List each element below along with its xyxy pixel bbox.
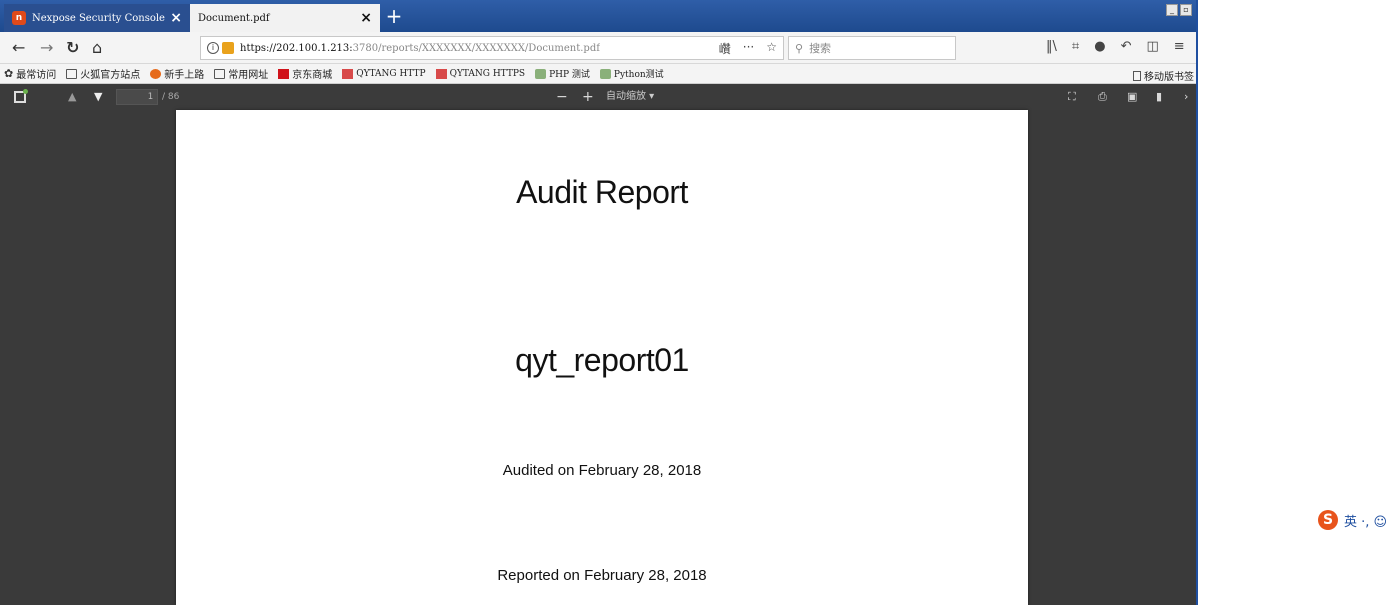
- url-path: 3780/reports/XXXXXXX/XXXXXXX/Document.pd…: [352, 42, 600, 54]
- sidebar-toggle-icon[interactable]: [14, 89, 28, 103]
- back-arrow-icon[interactable]: ←: [12, 38, 25, 58]
- toolbar-right-icons: ‖\ ⌗ ● ↶ ◫ ≡: [1046, 39, 1185, 54]
- library-icon[interactable]: ‖\: [1046, 39, 1057, 54]
- pdf-viewer-container[interactable]: Audit Report qyt_report01 Audited on Feb…: [0, 110, 1196, 605]
- pdf-toolbar: ▲ ▼ 1 / 86 − + 自动缩放 ▾ ⛶ ⎙ ▣ ▮ ›: [0, 84, 1196, 110]
- save-icon[interactable]: ▣: [1127, 89, 1137, 105]
- bookmark-firefox-official[interactable]: 火狐官方站点: [66, 66, 140, 81]
- tab-document-pdf[interactable]: Document.pdf ×: [190, 4, 380, 32]
- zoom-select[interactable]: 自动缩放 ▾: [606, 89, 654, 105]
- new-tab-button[interactable]: +: [384, 4, 404, 30]
- bookmark-jd[interactable]: 京东商城: [278, 66, 332, 81]
- bookmark-python-test[interactable]: Python测试: [599, 67, 664, 80]
- folder-icon: [66, 68, 78, 79]
- forward-arrow-icon[interactable]: →: [40, 38, 53, 58]
- bookmark-label: QYTANG HTTPS: [449, 68, 526, 79]
- reload-icon[interactable]: ↻: [66, 38, 79, 58]
- report-title: Audit Report: [516, 174, 688, 210]
- url-actions: 巑 ··· ☆: [719, 40, 777, 57]
- jd-icon: [278, 68, 290, 79]
- bookmark-most-visited[interactable]: ✿ 最常访问: [4, 66, 56, 81]
- window-controls: _ ▫: [1166, 4, 1192, 16]
- bookmark-label: 最常访问: [16, 70, 57, 81]
- bookmarks-bar: ✿ 最常访问 火狐官方站点 新手上路 常用网址 京东商城 QYTANG HTTP …: [0, 64, 1196, 84]
- search-icon: ⚲: [795, 41, 804, 55]
- report-name: qyt_report01: [515, 342, 689, 378]
- pdf-page: Audit Report qyt_report01 Audited on Feb…: [176, 110, 1028, 605]
- url-bar[interactable]: i https://202.100.1.213: 3780/reports/XX…: [200, 36, 784, 60]
- firefox-icon: [150, 68, 162, 79]
- nexpose-icon: n: [12, 11, 26, 25]
- home-icon[interactable]: ⌂: [92, 38, 102, 58]
- close-tab-icon[interactable]: ×: [360, 10, 372, 26]
- close-tab-icon[interactable]: ×: [170, 10, 182, 26]
- navigation-toolbar: ← → ↻ ⌂ i https://202.100.1.213: 3780/re…: [0, 32, 1196, 64]
- zoom-in-button[interactable]: +: [582, 89, 594, 105]
- page-actions-menu-icon[interactable]: ···: [743, 40, 754, 57]
- menu-icon[interactable]: ≡: [1174, 39, 1185, 54]
- bookmark-getting-started[interactable]: 新手上路: [150, 66, 204, 81]
- bookmark-icon[interactable]: ▮: [1156, 89, 1162, 105]
- undo-close-icon[interactable]: ↶: [1121, 39, 1132, 54]
- page-total: / 86: [162, 92, 180, 102]
- mobile-bookmarks-label: 移动版书签: [1144, 72, 1194, 83]
- screen: n Nexpose Security Console : × Document.…: [0, 0, 1399, 605]
- bookmark-label: PHP 测试: [549, 70, 590, 80]
- search-bar[interactable]: ⚲ 搜索: [788, 36, 956, 60]
- bookmark-label: 火狐官方站点: [80, 70, 141, 81]
- search-placeholder: 搜索: [809, 42, 832, 55]
- sidebar-icon[interactable]: ◫: [1146, 39, 1158, 54]
- lock-warning-icon[interactable]: [222, 42, 234, 54]
- tools-chevron-icon[interactable]: ›: [1184, 89, 1188, 105]
- bookmark-qytang-https[interactable]: QYTANG HTTPS: [435, 68, 526, 79]
- minimize-button[interactable]: _: [1166, 4, 1178, 16]
- bookmark-icon: [435, 68, 447, 79]
- info-icon[interactable]: i: [207, 42, 219, 54]
- mobile-bookmarks[interactable]: 移动版书签: [1133, 68, 1194, 83]
- reader-mode-icon[interactable]: 巑: [719, 40, 731, 57]
- bookmark-qytang-http[interactable]: QYTANG HTTP: [342, 68, 426, 79]
- bookmark-label: Python测试: [613, 70, 664, 80]
- tab-bar: n Nexpose Security Console : × Document.…: [0, 0, 1196, 32]
- zoom-out-button[interactable]: −: [556, 89, 568, 105]
- elephant-icon: [599, 68, 611, 79]
- tab-nexpose[interactable]: n Nexpose Security Console : ×: [4, 4, 190, 32]
- print-icon[interactable]: ⎙: [1098, 89, 1107, 105]
- folder-icon: [214, 68, 226, 79]
- bookmark-php-test[interactable]: PHP 测试: [535, 67, 590, 80]
- tab-label: Nexpose Security Console :: [32, 12, 167, 24]
- page-number-input[interactable]: 1: [116, 89, 158, 105]
- sogou-logo-icon[interactable]: S: [1318, 510, 1338, 530]
- ime-toolbar[interactable]: S 英 ·, ☺: [1318, 510, 1387, 530]
- bookmark-icon: [342, 68, 354, 79]
- chat-icon[interactable]: ●: [1094, 39, 1105, 54]
- elephant-icon: [535, 68, 547, 79]
- url-host: https://202.100.1.213:: [240, 42, 353, 54]
- screenshot-icon[interactable]: ⌗: [1072, 39, 1079, 54]
- tab-label: Document.pdf: [198, 12, 270, 24]
- restore-button[interactable]: ▫: [1180, 4, 1192, 16]
- ime-status[interactable]: 英 ·, ☺: [1344, 511, 1387, 530]
- bookmark-label: 京东商城: [292, 70, 333, 81]
- mobile-icon: [1133, 70, 1141, 81]
- bookmark-label: QYTANG HTTP: [356, 68, 426, 79]
- audited-date: Audited on February 28, 2018: [502, 462, 702, 479]
- gear-icon: ✿: [4, 67, 14, 80]
- bookmark-common-sites[interactable]: 常用网址: [214, 66, 268, 81]
- bookmark-label: 常用网址: [228, 70, 269, 81]
- browser-window: n Nexpose Security Console : × Document.…: [0, 0, 1198, 605]
- presentation-mode-icon[interactable]: ⛶: [1068, 89, 1076, 105]
- previous-page-icon[interactable]: ▲: [68, 89, 76, 105]
- next-page-icon[interactable]: ▼: [94, 89, 102, 105]
- reported-date: Reported on February 28, 2018: [497, 567, 707, 584]
- zoom-value: 自动缩放: [606, 91, 646, 102]
- bookmark-label: 新手上路: [164, 70, 205, 81]
- bookmark-star-icon[interactable]: ☆: [766, 40, 777, 57]
